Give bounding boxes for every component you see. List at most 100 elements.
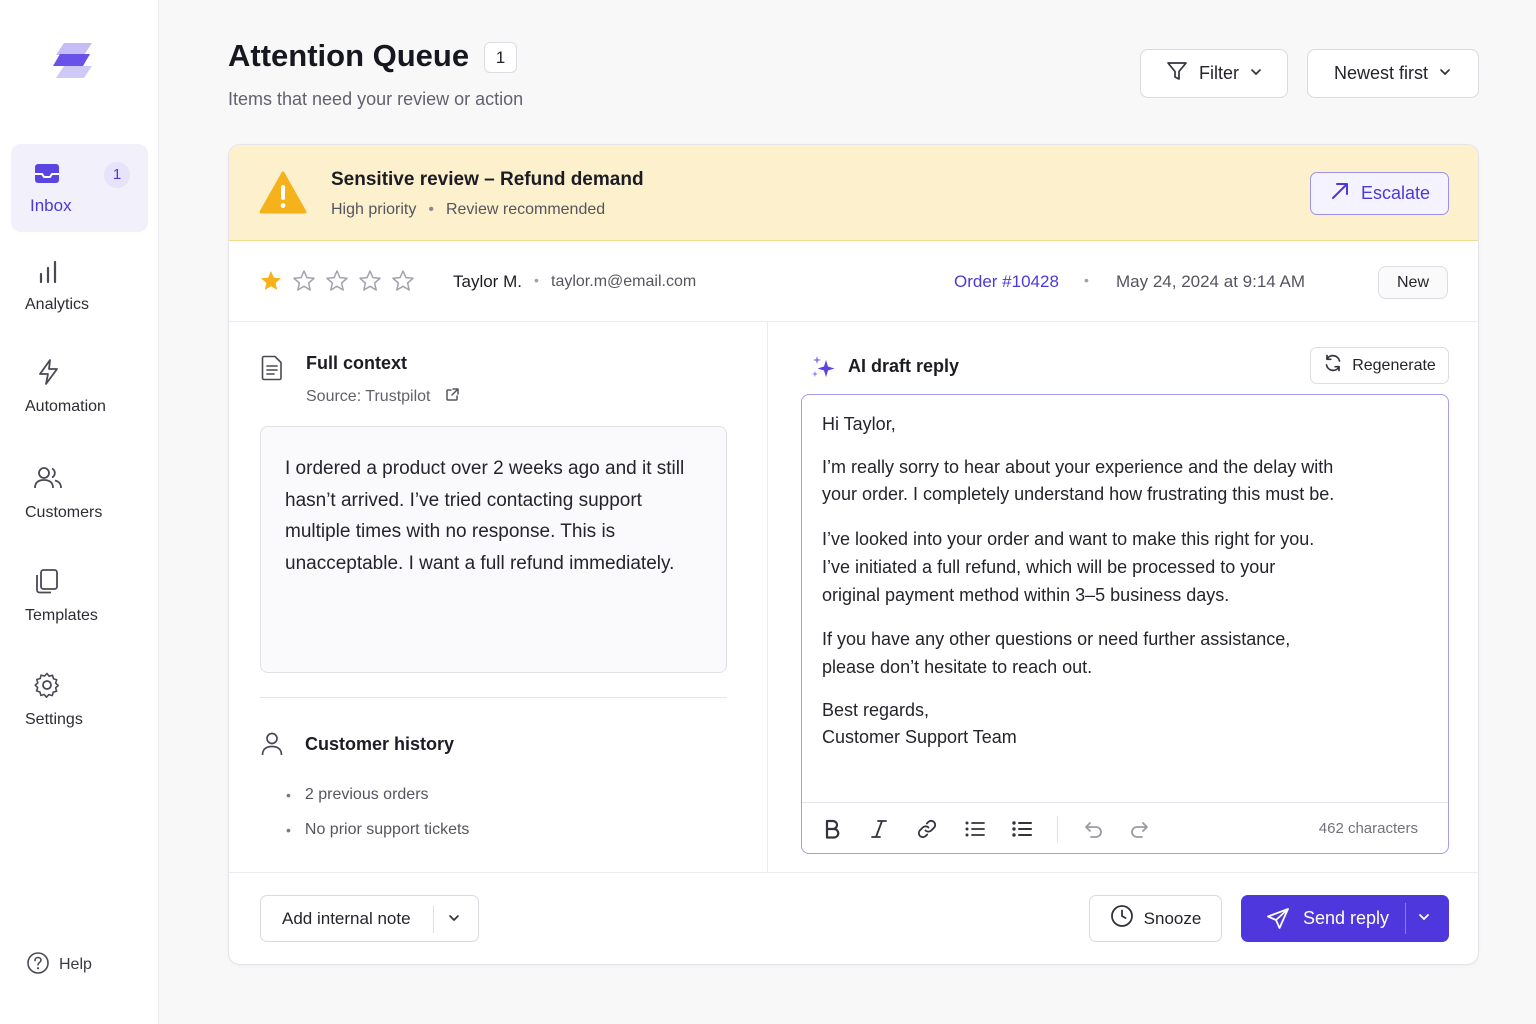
sidebar-item-inbox[interactable]: 1 Inbox xyxy=(11,144,148,232)
ai-draft-title: AI draft reply xyxy=(848,356,960,376)
star-rating xyxy=(259,269,415,298)
toolbar-divider xyxy=(1057,816,1058,842)
sidebar-item-automation[interactable]: Automation xyxy=(11,348,148,436)
send-icon xyxy=(1266,907,1290,936)
separator-dot: • xyxy=(1084,272,1089,288)
reply-greeting: Hi Taylor, xyxy=(822,414,896,434)
filter-button[interactable]: Filter xyxy=(1140,49,1288,98)
sidebar-item-analytics[interactable]: Analytics xyxy=(11,246,148,334)
button-divider xyxy=(433,906,434,933)
inbox-icon xyxy=(33,160,61,188)
history-item: No prior support tickets xyxy=(286,812,470,847)
reply-paragraph: If you have any other questions or need … xyxy=(822,628,1291,677)
send-reply-button[interactable]: Send reply xyxy=(1241,895,1449,942)
sensitive-alert-banner: Sensitive review – Refund demand High pr… xyxy=(229,145,1478,241)
italic-icon[interactable] xyxy=(866,816,892,842)
regenerate-label: Regenerate xyxy=(1352,356,1436,374)
brand-logo[interactable] xyxy=(50,40,98,86)
section-divider xyxy=(260,697,727,698)
sparkles-icon xyxy=(811,354,837,385)
help-circle-icon xyxy=(26,951,50,980)
external-link-icon xyxy=(445,387,460,407)
warning-icon xyxy=(259,171,307,220)
star-filled-icon xyxy=(259,269,283,298)
chevron-down-icon[interactable] xyxy=(1417,910,1431,929)
separator-dot: • xyxy=(534,272,539,288)
reply-paragraph: I’m really sorry to hear about your expe… xyxy=(822,456,1335,505)
sidebar-item-label: Templates xyxy=(25,607,98,624)
document-icon xyxy=(261,355,283,386)
reply-signoff: Best regards, xyxy=(822,699,930,720)
source-label: Source: Trustpilot xyxy=(306,388,431,405)
chevron-down-icon[interactable] xyxy=(447,911,461,930)
link-icon[interactable] xyxy=(914,816,940,842)
gear-icon xyxy=(33,671,61,699)
star-empty-icon xyxy=(358,269,382,298)
review-meta-row: Taylor M. • taylor.m@email.com Order #10… xyxy=(229,241,1478,322)
bold-icon[interactable] xyxy=(819,816,845,842)
filter-icon xyxy=(1165,59,1189,88)
sidebar-item-settings[interactable]: Settings xyxy=(11,661,148,749)
review-source[interactable]: Source: Trustpilot xyxy=(306,387,460,407)
queue-count-badge: 1 xyxy=(484,42,517,73)
sort-label: Newest first xyxy=(1333,63,1429,83)
refresh-icon xyxy=(1323,353,1343,378)
clock-icon xyxy=(1110,904,1134,933)
separator-dot: • xyxy=(428,201,434,218)
regenerate-button[interactable]: Regenerate xyxy=(1310,347,1449,384)
escalate-label: Escalate xyxy=(1360,183,1431,203)
star-empty-icon xyxy=(325,269,349,298)
page-title: Attention Queue xyxy=(228,38,470,73)
copy-icon xyxy=(33,567,61,595)
lightning-icon xyxy=(35,358,63,386)
snooze-label: Snooze xyxy=(1143,908,1202,928)
order-link[interactable]: Order #10428 xyxy=(954,272,1059,292)
alert-meta: High priority • Review recommended xyxy=(331,201,605,219)
snooze-button[interactable]: Snooze xyxy=(1089,895,1222,942)
character-count: 462 characters xyxy=(1318,820,1418,837)
button-divider xyxy=(1405,903,1406,934)
arrow-up-right-icon xyxy=(1329,180,1351,207)
redo-icon[interactable] xyxy=(1127,816,1153,842)
review-text: I ordered a product over 2 weeks ago and… xyxy=(260,426,727,673)
bullet-list-icon[interactable] xyxy=(962,816,988,842)
undo-icon[interactable] xyxy=(1080,816,1106,842)
sidebar-item-templates[interactable]: Templates xyxy=(11,557,148,645)
users-icon xyxy=(33,464,62,492)
sidebar-item-label: Customers xyxy=(25,504,103,521)
escalate-button[interactable]: Escalate xyxy=(1310,172,1449,215)
reply-text[interactable]: Hi Taylor, I’m really sorry to hear abou… xyxy=(822,411,1422,752)
history-title: Customer history xyxy=(305,734,455,754)
alert-note: Review recommended xyxy=(445,201,606,218)
numbered-list-icon[interactable] xyxy=(1009,816,1035,842)
context-title: Full context xyxy=(306,353,408,373)
note-label: Add internal note xyxy=(282,909,411,928)
star-empty-icon xyxy=(391,269,415,298)
add-internal-note-button[interactable]: Add internal note xyxy=(260,895,479,942)
column-divider xyxy=(767,322,768,872)
reply-signature: Customer Support Team xyxy=(822,727,1017,747)
reply-editor[interactable]: Hi Taylor, I’m really sorry to hear abou… xyxy=(801,394,1449,854)
bar-chart-icon xyxy=(35,258,63,286)
filter-label: Filter xyxy=(1199,63,1239,83)
star-empty-icon xyxy=(292,269,316,298)
chevron-down-icon xyxy=(1438,63,1452,84)
reply-paragraph: I’ve looked into your order and want to … xyxy=(822,528,1315,605)
sidebar: 1 Inbox Analytics Automation Customers T… xyxy=(0,0,159,1024)
customer-email[interactable]: taylor.m@email.com xyxy=(551,273,696,291)
sort-dropdown[interactable]: Newest first xyxy=(1307,49,1479,98)
history-item: 2 previous orders xyxy=(286,777,469,812)
status-badge: New xyxy=(1378,266,1448,299)
editor-toolbar: 462 characters xyxy=(802,802,1448,853)
customer-name: Taylor M. xyxy=(453,272,522,291)
sidebar-item-label: Inbox xyxy=(30,196,72,215)
alert-title: Sensitive review – Refund demand xyxy=(331,169,644,190)
sidebar-item-label: Analytics xyxy=(25,296,90,313)
help-link[interactable]: Help xyxy=(26,951,92,980)
card-footer: Add internal note Snooze Send reply xyxy=(229,872,1478,964)
inbox-count-badge: 1 xyxy=(104,162,130,188)
help-label: Help xyxy=(59,956,92,973)
sidebar-item-customers[interactable]: Customers xyxy=(11,454,148,542)
sidebar-item-label: Settings xyxy=(25,711,83,728)
send-label: Send reply xyxy=(1303,908,1390,928)
